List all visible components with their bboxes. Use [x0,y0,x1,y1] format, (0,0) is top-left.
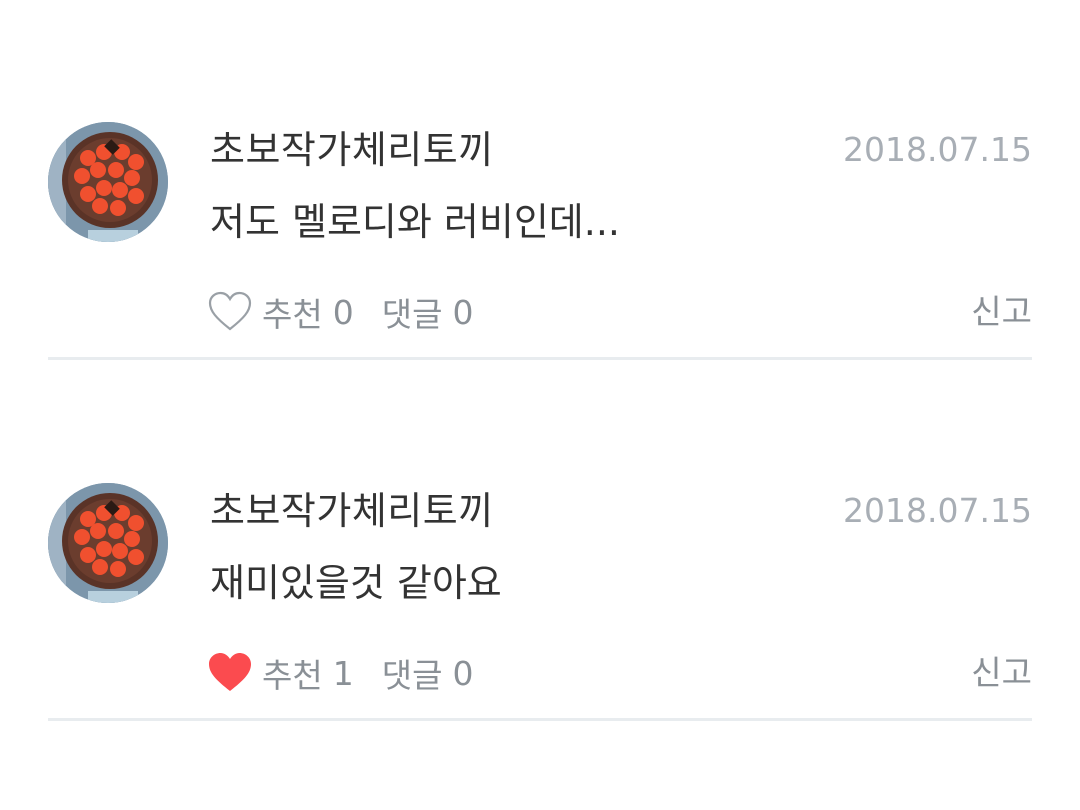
comment-item: 초보작가체리토끼 2018.07.15 재미있을것 같아요 추천 1 댓글 0 … [48,361,1032,721]
strawberry-tart-icon [48,122,168,242]
like-button[interactable]: 추천 [262,649,323,697]
heart-filled-icon[interactable] [208,651,252,695]
comment-author[interactable]: 초보작가체리토끼 [210,126,494,174]
reply-count: 0 [452,292,474,332]
comment-text: 저도 멜로디와 러비인데... [210,200,620,244]
comment-item: 초보작가체리토끼 2018.07.15 저도 멜로디와 러비인데... 추천 0… [48,0,1032,360]
reply-button[interactable]: 댓글 [382,649,443,697]
comment-actions: 추천 1 댓글 0 [208,649,473,697]
comment-date: 2018.07.15 [843,130,1032,169]
heart-outline-icon[interactable] [208,290,252,334]
comment-text: 재미있을것 같아요 [210,561,502,605]
report-button[interactable]: 신고 [971,649,1032,697]
divider [48,357,1032,360]
comment-date: 2018.07.15 [843,491,1032,530]
avatar[interactable] [48,122,168,242]
comment-author[interactable]: 초보작가체리토끼 [210,487,494,535]
reply-button[interactable]: 댓글 [382,288,443,336]
like-count: 0 [332,292,354,332]
strawberry-tart-icon [48,483,168,603]
like-count: 1 [332,653,354,693]
comment-actions: 추천 0 댓글 0 [208,288,473,336]
like-button[interactable]: 추천 [262,288,323,336]
divider [48,718,1032,721]
reply-count: 0 [452,653,474,693]
avatar[interactable] [48,483,168,603]
report-button[interactable]: 신고 [971,288,1032,336]
